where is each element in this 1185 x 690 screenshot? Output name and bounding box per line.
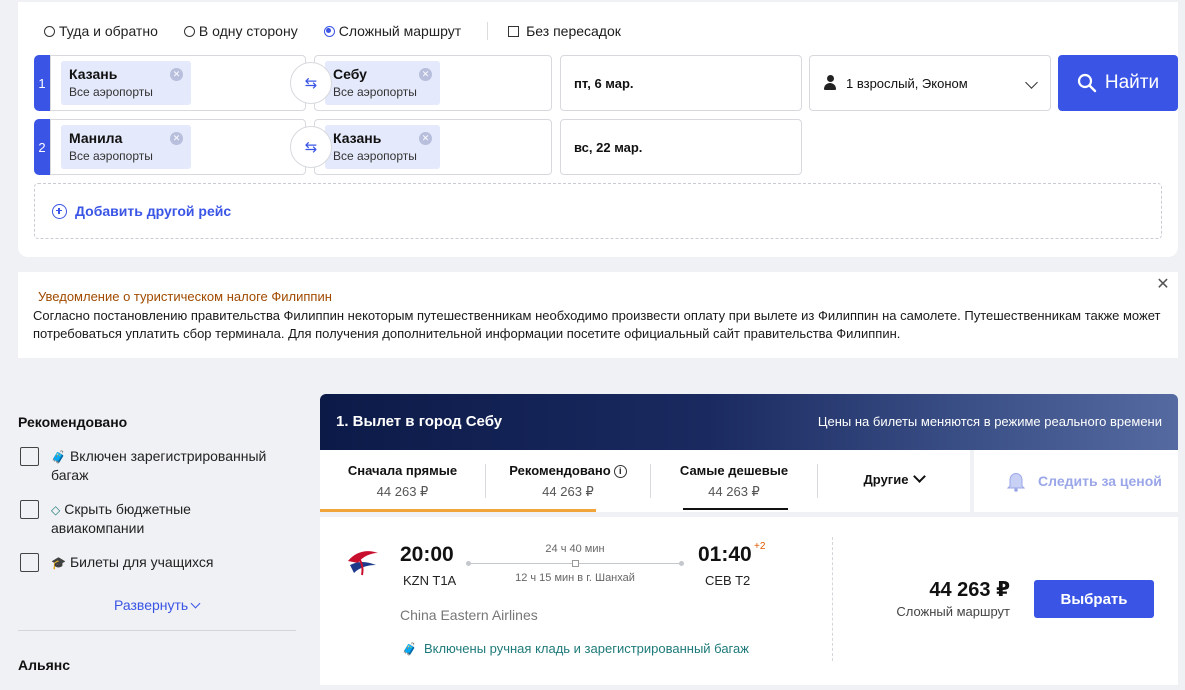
destination-field[interactable]: Казань Все аэропорты ✕	[314, 119, 552, 175]
plus-circle-icon	[52, 203, 67, 219]
results-banner: 1. Вылет в город Себу Цены на билеты мен…	[320, 394, 1178, 450]
airline-logo	[348, 551, 378, 576]
chevron-down-icon	[190, 598, 201, 609]
filter-section-title: Рекомендовано	[18, 414, 128, 430]
destination-airports: Все аэропорты	[333, 85, 417, 99]
bell-icon	[1006, 472, 1026, 492]
chevron-down-icon	[913, 470, 927, 483]
trip-type-oneway[interactable]: В одну сторону	[183, 23, 298, 39]
active-tab-underline	[683, 508, 788, 510]
sort-highlight-bar	[320, 509, 596, 512]
destination-chip: Себу Все аэропорты ✕	[325, 61, 440, 105]
checkbox-icon	[20, 500, 39, 519]
filter-checked-baggage[interactable]: 🧳 Включен зарегистрированный багаж	[20, 447, 281, 484]
swap-icon: ⇆	[304, 139, 318, 156]
trip-type-roundtrip[interactable]: Туда и обратно	[44, 23, 158, 39]
origin-chip: Казань Все аэропорты ✕	[61, 61, 191, 105]
radio-icon	[183, 25, 195, 37]
sort-tabs: Сначала прямые 44 263 ₽ Рекомендовано i 4…	[320, 450, 970, 512]
leg-number: 2	[34, 119, 50, 175]
arrival-day-offset: +2	[754, 541, 766, 552]
trip-type-multicity[interactable]: Сложный маршрут	[323, 23, 461, 39]
date-value: пт, 6 мар.	[574, 76, 634, 91]
checkbox-icon	[508, 25, 520, 37]
info-icon[interactable]: i	[613, 465, 627, 478]
date-field[interactable]: пт, 6 мар.	[560, 55, 802, 111]
departure-time: 20:00	[400, 543, 454, 566]
luggage-icon: 🧳	[402, 641, 419, 656]
arrival-airport: CEB T2	[705, 573, 751, 588]
destination-field[interactable]: Себу Все аэропорты ✕	[314, 55, 552, 111]
sort-tab-recommended[interactable]: Рекомендовано i 44 263 ₽	[486, 450, 650, 512]
clear-icon[interactable]: ✕	[170, 68, 183, 81]
divider	[487, 22, 489, 40]
departure-airport: KZN T1A	[403, 573, 457, 588]
price-route-type: Сложный маршрут	[896, 604, 1010, 619]
destination-airports: Все аэропорты	[333, 149, 417, 163]
price-realtime-note: Цены на билеты меняются в режиме реально…	[817, 414, 1162, 429]
date-value: вс, 22 мар.	[574, 140, 643, 155]
leg-heading: 1. Вылет в город Себу	[336, 413, 503, 430]
nonstop-checkbox[interactable]: Без пересадок	[508, 23, 621, 39]
date-field[interactable]: вс, 22 мар.	[560, 119, 802, 175]
person-icon	[824, 75, 836, 91]
passengers-value: 1 взрослый, Эконом	[846, 76, 968, 91]
origin-airports: Все аэропорты	[69, 149, 153, 163]
destination-chip: Казань Все аэропорты ✕	[325, 125, 440, 169]
add-flight-button[interactable]: Добавить другой рейс	[34, 183, 1162, 239]
swap-icon: ⇆	[304, 75, 318, 92]
origin-chip: Манила Все аэропорты ✕	[61, 125, 191, 169]
sort-tab-cheapest[interactable]: Самые дешевые 44 263 ₽	[651, 450, 817, 512]
flight-duration: 24 ч 40 мин	[545, 543, 605, 555]
flight-price: 44 263 ₽	[929, 579, 1010, 601]
track-price-button[interactable]: Следить за ценой	[974, 450, 1178, 512]
search-panel: Туда и обратно В одну сторону Сложный ма…	[18, 2, 1178, 257]
filter-hide-budget[interactable]: ◇ Скрыть бюджетные авиакомпании	[20, 500, 281, 537]
divider	[832, 537, 833, 661]
leg-number: 1	[34, 55, 50, 111]
trip-type-selector: Туда и обратно В одну сторону Сложный ма…	[44, 22, 621, 40]
origin-field[interactable]: Манила Все аэропорты ✕	[50, 119, 306, 175]
find-button[interactable]: Найти	[1058, 55, 1178, 111]
graduation-cap-icon: 🎓	[51, 556, 66, 570]
arrival-time: 01:40	[698, 543, 752, 566]
clear-icon[interactable]: ✕	[419, 132, 432, 145]
checkbox-icon	[20, 447, 39, 466]
flight-result-card[interactable]: 20:00 KZN T1A 24 ч 40 мин 12 ч 15 мин в …	[320, 517, 1178, 685]
stop-marker	[572, 560, 579, 567]
luggage-icon: 🧳	[51, 450, 66, 464]
layover-info: 12 ч 15 мин в г. Шанхай	[515, 572, 635, 584]
search-icon	[1077, 73, 1097, 93]
radio-icon	[44, 25, 55, 37]
tag-icon: ◇	[51, 503, 61, 517]
divider	[18, 630, 296, 631]
sort-tab-other[interactable]: Другие	[818, 450, 970, 512]
chevron-down-icon	[1025, 76, 1038, 89]
airline-name: China Eastern Airlines	[400, 607, 538, 623]
swap-button[interactable]: ⇆	[290, 126, 332, 168]
filter-section-title: Альянс	[18, 657, 71, 673]
swap-button[interactable]: ⇆	[290, 62, 332, 104]
filter-students[interactable]: 🎓 Билеты для учащихся	[20, 553, 281, 572]
origin-field[interactable]: Казань Все аэропорты ✕	[50, 55, 306, 111]
expand-filters-link[interactable]: Развернуть	[114, 597, 201, 613]
radio-selected-icon	[323, 25, 335, 37]
passengers-field[interactable]: 1 взрослый, Эконом	[809, 55, 1051, 111]
baggage-info: 🧳 Включены ручная кладь и зарегистрирова…	[402, 641, 749, 656]
select-flight-button[interactable]: Выбрать	[1034, 580, 1154, 618]
clear-icon[interactable]: ✕	[170, 132, 183, 145]
clear-icon[interactable]: ✕	[419, 68, 432, 81]
checkbox-icon	[20, 553, 39, 572]
origin-airports: Все аэропорты	[69, 85, 153, 99]
sort-tab-direct[interactable]: Сначала прямые 44 263 ₽	[320, 450, 485, 512]
route-line	[466, 560, 684, 567]
notice-body: Согласно постановлению правительства Фил…	[33, 308, 1161, 341]
close-icon[interactable]: ✕	[1156, 277, 1170, 293]
notice-title: Уведомление о туристическом налоге Филип…	[38, 289, 332, 304]
tax-notice: Уведомление о туристическом налоге Филип…	[18, 272, 1178, 358]
